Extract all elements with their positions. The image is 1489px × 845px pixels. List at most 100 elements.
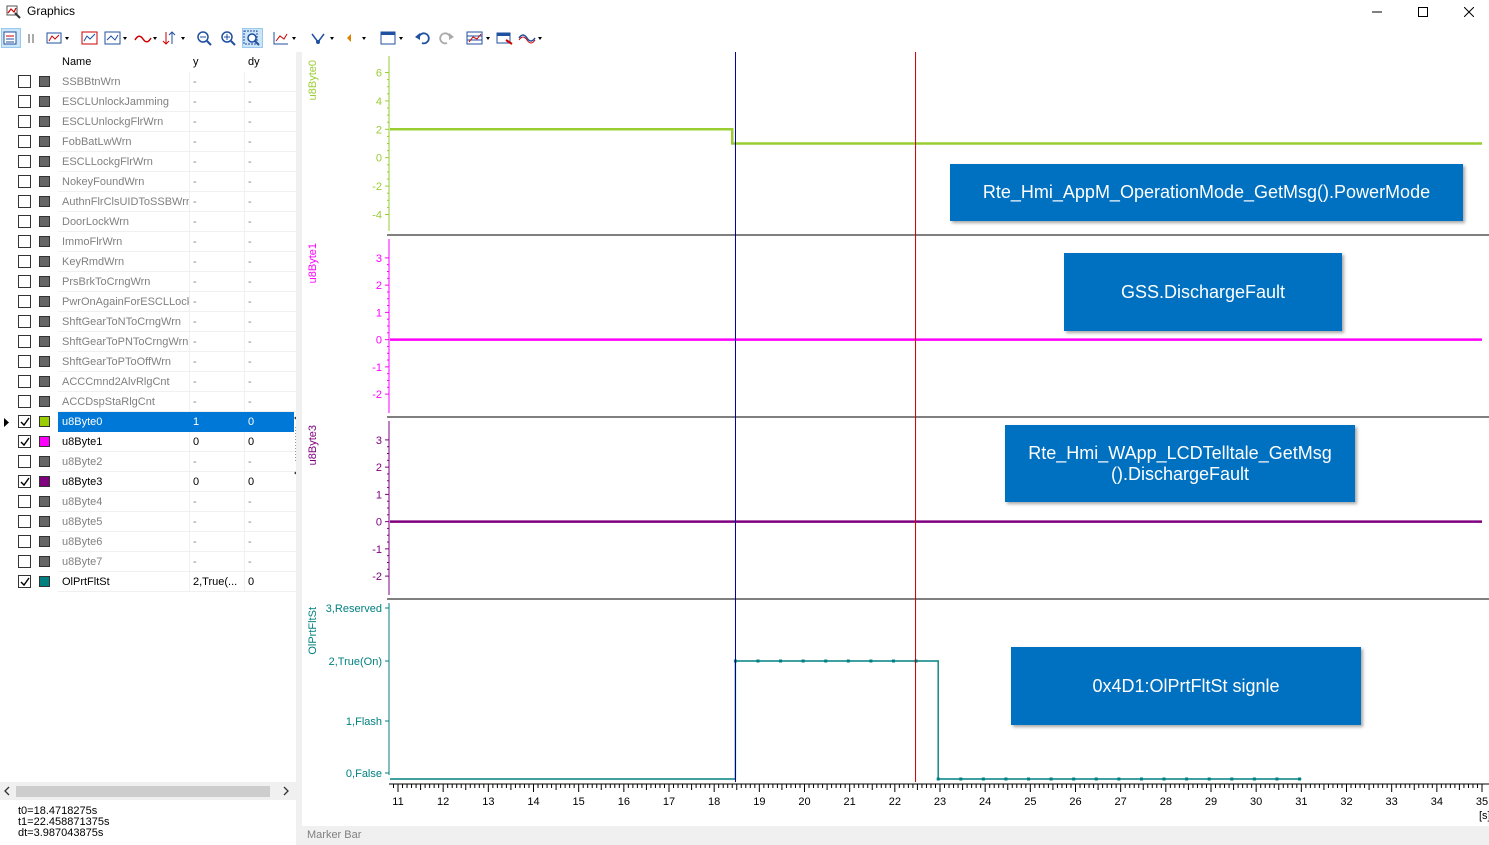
graphics-chart[interactable]: u8Byte0 6 4 2 0 -2 -4 u8Byte1 3 2 1 0 -1 -2 u8Byte3 3 2 1… <box>302 52 1489 845</box>
signal-color-swatch[interactable] <box>39 496 50 507</box>
signal-row[interactable]: DoorLockWrn - - <box>0 212 296 232</box>
signal-checkbox[interactable] <box>18 175 31 188</box>
signal-checkbox[interactable] <box>18 215 31 228</box>
signal-color-swatch[interactable] <box>39 556 50 567</box>
signal-checkbox[interactable] <box>18 235 31 248</box>
signal-color-swatch[interactable] <box>39 436 50 447</box>
signal-color-swatch[interactable] <box>39 156 50 167</box>
signal-row[interactable]: u8Byte4 - - <box>0 492 296 512</box>
maximize-button[interactable] <box>1400 0 1446 24</box>
signal-row[interactable]: u8Byte2 - - <box>0 452 296 472</box>
signal-color-swatch[interactable] <box>39 396 50 407</box>
scroll-left-icon[interactable] <box>3 786 11 796</box>
signal-color-swatch[interactable] <box>39 136 50 147</box>
redo-button[interactable] <box>438 28 456 48</box>
view-options-button[interactable] <box>104 28 130 48</box>
signal-checkbox[interactable] <box>18 95 31 108</box>
signal-checkbox[interactable] <box>18 115 31 128</box>
signal-checkbox[interactable] <box>18 535 31 548</box>
signal-row[interactable]: AuthnFlrClsUIDToSSBWrn - - <box>0 192 296 212</box>
grid-options-button[interactable] <box>466 28 494 48</box>
minimize-button[interactable] <box>1354 0 1400 24</box>
signal-checkbox[interactable] <box>18 375 31 388</box>
signal-color-swatch[interactable] <box>39 76 50 87</box>
signal-checkbox[interactable] <box>18 275 31 288</box>
signal-checkbox[interactable] <box>18 335 31 348</box>
export-button[interactable] <box>496 28 514 48</box>
signal-row[interactable]: u8Byte1 0 0 <box>0 432 296 452</box>
signal-color-swatch[interactable] <box>39 216 50 227</box>
signal-row[interactable]: FobBatLwWrn - - <box>0 132 296 152</box>
signal-checkbox[interactable] <box>18 315 31 328</box>
signal-row[interactable]: u8Byte5 - - <box>0 512 296 532</box>
signal-color-swatch[interactable] <box>39 116 50 127</box>
signal-row[interactable]: ESCLUnlockgFlrWrn - - <box>0 112 296 132</box>
signal-color-swatch[interactable] <box>39 256 50 267</box>
signal-checkbox[interactable] <box>18 395 31 408</box>
column-header-dy[interactable]: dy <box>244 52 294 72</box>
axis-settings-button[interactable] <box>272 28 300 48</box>
zoom-out-button[interactable] <box>196 28 216 48</box>
signal-color-swatch[interactable] <box>39 356 50 367</box>
signal-checkbox[interactable] <box>18 415 31 428</box>
pause-button[interactable] <box>26 28 38 48</box>
measure-mode-button[interactable] <box>310 28 338 48</box>
zoom-in-button[interactable] <box>220 28 240 48</box>
undo-button[interactable] <box>414 28 432 48</box>
signal-color-swatch[interactable] <box>39 196 50 207</box>
line-style-button[interactable] <box>134 28 160 48</box>
signal-list-toggle-button[interactable] <box>1 28 21 48</box>
signal-row[interactable]: u8Byte3 0 0 <box>0 472 296 492</box>
signal-checkbox[interactable] <box>18 75 31 88</box>
signal-row[interactable]: ESCLLockgFlrWrn - - <box>0 152 296 172</box>
signal-color-swatch[interactable] <box>39 456 50 467</box>
signal-row[interactable]: PwrOnAgainForESCLLocking-- <box>0 292 296 312</box>
signal-color-swatch[interactable] <box>39 576 50 587</box>
scrollbar-thumb[interactable] <box>16 786 270 797</box>
signal-checkbox[interactable] <box>18 255 31 268</box>
signal-row[interactable]: ESCLUnlockJamming - - <box>0 92 296 112</box>
signal-row[interactable]: KeyRmdWrn - - <box>0 252 296 272</box>
signal-row[interactable]: SSBBtnWrn - - <box>0 72 296 92</box>
zoom-fit-button[interactable] <box>242 28 263 48</box>
close-button[interactable] <box>1446 0 1489 24</box>
signal-row[interactable]: ACCCmnd2AlvRlgCnt - - <box>0 372 296 392</box>
signal-checkbox[interactable] <box>18 495 31 508</box>
window-layout-button[interactable] <box>380 28 408 48</box>
signal-color-swatch[interactable] <box>39 376 50 387</box>
signal-checkbox[interactable] <box>18 355 31 368</box>
signal-row[interactable]: u8Byte6 - - <box>0 532 296 552</box>
signal-row[interactable]: OlPrtFltSt 2,True(... 0 <box>0 572 296 592</box>
signal-checkbox[interactable] <box>18 135 31 148</box>
signal-row[interactable]: ImmoFlrWrn - - <box>0 232 296 252</box>
signal-checkbox[interactable] <box>18 295 31 308</box>
horizontal-scrollbar[interactable] <box>0 782 296 800</box>
multi-axis-button[interactable] <box>81 28 99 48</box>
signal-color-swatch[interactable] <box>39 476 50 487</box>
signal-options-button[interactable] <box>518 28 546 48</box>
signal-row[interactable]: ACCDspStaRlgCnt - - <box>0 392 296 412</box>
signal-checkbox[interactable] <box>18 455 31 468</box>
signal-color-swatch[interactable] <box>39 516 50 527</box>
marker-bar[interactable]: Marker Bar <box>302 826 1489 845</box>
layout-dropdown-button[interactable] <box>46 28 72 48</box>
signal-row[interactable]: NokeyFoundWrn - - <box>0 172 296 192</box>
signal-row[interactable]: ShftGearToNToCrngWrn - - <box>0 312 296 332</box>
signal-color-swatch[interactable] <box>39 416 50 427</box>
signal-color-swatch[interactable] <box>39 336 50 347</box>
sort-button[interactable] <box>162 28 188 48</box>
signal-row[interactable]: u8Byte7 - - <box>0 552 296 572</box>
signal-color-swatch[interactable] <box>39 236 50 247</box>
marker-button[interactable] <box>344 28 372 48</box>
signal-color-swatch[interactable] <box>39 96 50 107</box>
signal-checkbox[interactable] <box>18 575 31 588</box>
signal-checkbox[interactable] <box>18 435 31 448</box>
signal-row[interactable]: ShftGearToPToOffWrn - - <box>0 352 296 372</box>
signal-color-swatch[interactable] <box>39 176 50 187</box>
signal-checkbox[interactable] <box>18 515 31 528</box>
signal-row[interactable]: PrsBrkToCrngWrn - - <box>0 272 296 292</box>
signal-checkbox[interactable] <box>18 155 31 168</box>
signal-color-swatch[interactable] <box>39 536 50 547</box>
signal-checkbox[interactable] <box>18 475 31 488</box>
column-header-y[interactable]: y <box>189 52 244 72</box>
